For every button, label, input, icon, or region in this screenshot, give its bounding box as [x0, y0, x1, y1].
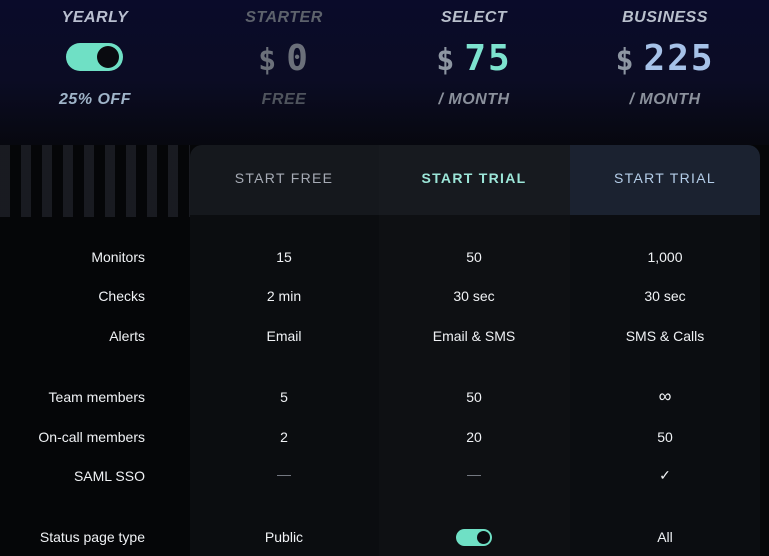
business-plan-name: BUSINESS: [622, 9, 708, 26]
start-free-button[interactable]: START FREE: [189, 170, 379, 186]
select-period: / MONTH: [438, 91, 510, 108]
business-currency: $: [615, 43, 636, 78]
billing-period-label: YEARLY: [61, 9, 129, 26]
starter-price: $0: [189, 38, 379, 79]
business-on-call-members: 50: [657, 429, 673, 445]
row-label-saml-sso: SAML SSO: [73, 468, 145, 484]
starter-period: FREE: [261, 91, 307, 108]
starter-alerts: Email: [266, 328, 302, 344]
row-label-checks: Checks: [98, 288, 145, 304]
select-team-members: 50: [466, 389, 482, 405]
row-label-status-page-type: Status page type: [39, 529, 145, 545]
business-status-page-type: All: [657, 529, 673, 545]
business-amount: 225: [643, 38, 715, 79]
select-start-trial-button[interactable]: START TRIAL: [379, 170, 569, 186]
business-price: $225: [570, 38, 760, 79]
starter-saml-sso-dash-icon: —: [277, 466, 291, 482]
select-alerts: Email & SMS: [432, 328, 516, 344]
select-currency: $: [436, 43, 457, 78]
discount-label: 25% OFF: [59, 91, 131, 108]
business-team-members-infinity-icon: ∞: [658, 386, 672, 406]
select-status-page-toggle[interactable]: [456, 529, 492, 546]
toggle-knob: [97, 46, 119, 68]
starter-amount: 0: [286, 38, 310, 79]
row-label-on-call-members: On-call members: [38, 429, 145, 445]
row-label-monitors: Monitors: [91, 249, 145, 265]
business-checks: 30 sec: [644, 288, 686, 304]
business-monitors: 1,000: [647, 249, 683, 265]
business-start-trial-button[interactable]: START TRIAL: [570, 170, 760, 186]
toggle-knob: [477, 531, 490, 544]
starter-on-call-members: 2: [280, 429, 288, 445]
billing-period-toggle[interactable]: [66, 43, 123, 71]
business-saml-sso-check-icon: ✓: [659, 467, 671, 483]
business-period: / MONTH: [629, 91, 701, 108]
business-alerts: SMS & Calls: [625, 328, 705, 344]
row-label-team-members: Team members: [48, 389, 145, 405]
select-saml-sso-dash-icon: —: [467, 466, 481, 482]
select-amount: 75: [464, 38, 512, 79]
starter-plan-name: STARTER: [245, 9, 323, 26]
starter-currency: $: [258, 43, 279, 78]
starter-checks: 2 min: [266, 288, 302, 304]
row-label-alerts: Alerts: [109, 328, 145, 344]
select-checks: 30 sec: [453, 288, 495, 304]
decorative-stripes: [0, 145, 190, 217]
select-monitors: 50: [466, 249, 482, 265]
select-plan-name: SELECT: [440, 9, 508, 26]
starter-monitors: 15: [276, 249, 292, 265]
starter-team-members: 5: [280, 389, 288, 405]
select-on-call-members: 20: [466, 429, 482, 445]
starter-status-page-type: Public: [264, 529, 304, 545]
select-price: $75: [379, 38, 569, 79]
